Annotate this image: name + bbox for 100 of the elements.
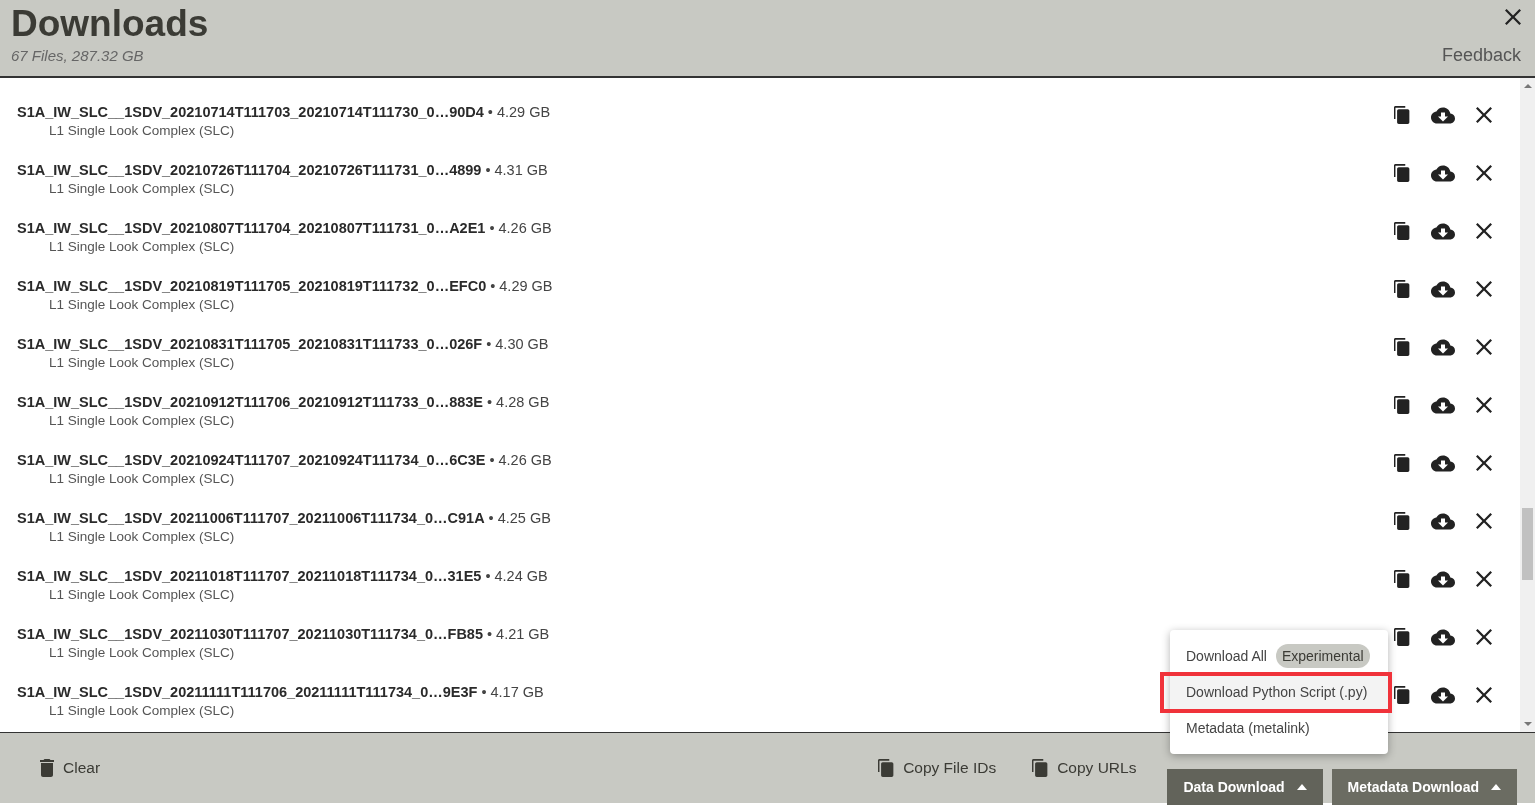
- close-icon: [1476, 223, 1492, 239]
- copy-icon: [1394, 686, 1410, 704]
- copy-button[interactable]: [1394, 338, 1410, 356]
- file-name: S1A_IW_SLC__1SDV_20210912T111706_20210912T111733_0…883E: [17, 393, 483, 412]
- download-button[interactable]: [1431, 512, 1455, 530]
- caret-icon: [1296, 784, 1307, 790]
- copy-button[interactable]: [1394, 686, 1410, 704]
- copy-button[interactable]: [1394, 628, 1410, 646]
- download-button[interactable]: [1431, 280, 1455, 298]
- menu-item[interactable]: Metadata (metalink): [1170, 710, 1388, 746]
- copy-button[interactable]: [1394, 512, 1410, 530]
- remove-button[interactable]: [1476, 455, 1492, 471]
- remove-button[interactable]: [1476, 107, 1492, 123]
- copy-button[interactable]: [1394, 106, 1410, 124]
- copy-icon: [1394, 570, 1410, 588]
- file-name: S1A_IW_SLC__1SDV_20210807T111704_20210807T111731_0…A2E1: [17, 219, 486, 238]
- file-size: • 4.30 GB: [486, 335, 549, 354]
- remove-button[interactable]: [1476, 687, 1492, 703]
- download-button[interactable]: [1431, 686, 1455, 704]
- cloud-download-icon: [1431, 338, 1455, 356]
- file-size: • 4.31 GB: [485, 161, 548, 180]
- file-size: • 4.29 GB: [487, 103, 551, 122]
- download-button[interactable]: [1431, 106, 1455, 124]
- data-download-button[interactable]: Data Download: [1167, 769, 1323, 805]
- copy-icon: [1394, 454, 1410, 472]
- copy-icon: [1394, 280, 1410, 298]
- product-type: L1 Single Look Complex (SLC): [48, 180, 235, 198]
- download-button[interactable]: [1431, 164, 1455, 182]
- close-icon: [1476, 455, 1492, 471]
- menu-item[interactable]: Download All Experimental: [1170, 638, 1388, 674]
- close-icon: [1476, 629, 1492, 645]
- product-type: L1 Single Look Complex (SLC): [48, 122, 235, 140]
- experimental-badge: Experimental: [1275, 644, 1370, 668]
- product-type: L1 Single Look Complex (SLC): [48, 238, 235, 256]
- close-icon: [1476, 397, 1492, 413]
- remove-button[interactable]: [1476, 281, 1492, 297]
- copy-icon: [878, 759, 895, 777]
- copy-button[interactable]: [1394, 454, 1410, 472]
- remove-button[interactable]: [1476, 397, 1492, 413]
- close-icon: [1476, 165, 1492, 181]
- download-button[interactable]: [1431, 454, 1455, 472]
- remove-button[interactable]: [1476, 571, 1492, 587]
- copy-icon: [1394, 222, 1410, 240]
- file-name: S1A_IW_SLC__1SDV_20211111T111706_20211111T111734_0…9E3F: [17, 683, 478, 702]
- file-size: • 4.25 GB: [488, 509, 551, 528]
- cloud-download-icon: [1431, 396, 1455, 414]
- product-type: L1 Single Look Complex (SLC): [48, 528, 235, 546]
- remove-button[interactable]: [1476, 223, 1492, 239]
- product-type: L1 Single Look Complex (SLC): [48, 644, 235, 662]
- file-name: S1A_IW_SLC__1SDV_20210924T111707_20210924T111734_0…6C3E: [17, 451, 486, 470]
- clear-button[interactable]: Clear: [40, 759, 101, 777]
- file-size: • 4.29 GB: [490, 277, 553, 296]
- copy-button[interactable]: [1394, 396, 1410, 414]
- cloud-download-icon: [1431, 628, 1455, 646]
- trash-icon: [40, 759, 54, 777]
- close-icon: [1476, 339, 1492, 355]
- product-type: L1 Single Look Complex (SLC): [48, 296, 235, 314]
- menu-item[interactable]: Download Python Script (.py): [1170, 674, 1388, 710]
- feedback-link[interactable]: Feedback: [1441, 45, 1521, 66]
- file-name: S1A_IW_SLC__1SDV_20211030T111707_20211030T111734_0…FB85: [17, 625, 483, 644]
- copy-file-ids-button[interactable]: Copy File IDs: [878, 759, 997, 777]
- copy-icon: [1394, 106, 1410, 124]
- download-button[interactable]: [1431, 222, 1455, 240]
- scrollbar[interactable]: [1520, 78, 1535, 732]
- product-type: L1 Single Look Complex (SLC): [48, 470, 235, 488]
- download-button[interactable]: [1431, 628, 1455, 646]
- copy-icon: [1394, 338, 1410, 356]
- remove-button[interactable]: [1476, 513, 1492, 529]
- page-title: Downloads: [11, 3, 209, 45]
- download-button[interactable]: [1431, 338, 1455, 356]
- file-name: S1A_IW_SLC__1SDV_20211006T111707_20211006T111734_0…C91A: [17, 509, 485, 528]
- remove-button[interactable]: [1476, 339, 1492, 355]
- close-icon: [1476, 107, 1492, 123]
- file-size: • 4.21 GB: [487, 625, 550, 644]
- file-size: • 4.17 GB: [481, 683, 544, 702]
- product-type: L1 Single Look Complex (SLC): [48, 354, 235, 372]
- copy-button[interactable]: [1394, 222, 1410, 240]
- copy-icon: [1394, 164, 1410, 182]
- remove-button[interactable]: [1476, 629, 1492, 645]
- cloud-download-icon: [1431, 454, 1455, 472]
- cloud-download-icon: [1431, 106, 1455, 124]
- download-button[interactable]: [1431, 570, 1455, 588]
- copy-button[interactable]: [1394, 164, 1410, 182]
- file-name: S1A_IW_SLC__1SDV_20210714T111703_20210714T111730_0…90D4: [17, 103, 484, 122]
- copy-icon: [1032, 759, 1049, 777]
- copy-urls-button[interactable]: Copy URLs: [1032, 759, 1137, 777]
- file-size: • 4.28 GB: [487, 393, 550, 412]
- file-name: S1A_IW_SLC__1SDV_20210726T111704_20210726T111731_0…4899: [17, 161, 482, 180]
- copy-button[interactable]: [1394, 280, 1410, 298]
- remove-button[interactable]: [1476, 165, 1492, 181]
- close-button[interactable]: [1505, 9, 1521, 28]
- cloud-download-icon: [1431, 222, 1455, 240]
- metadata-download-button[interactable]: Metadata Download: [1331, 769, 1517, 805]
- product-type: L1 Single Look Complex (SLC): [48, 412, 235, 430]
- copy-button[interactable]: [1394, 570, 1410, 588]
- download-button[interactable]: [1431, 396, 1455, 414]
- caret-icon: [1491, 784, 1501, 790]
- close-icon: [1505, 9, 1521, 25]
- file-size: • 4.26 GB: [489, 219, 552, 238]
- copy-icon: [1394, 512, 1410, 530]
